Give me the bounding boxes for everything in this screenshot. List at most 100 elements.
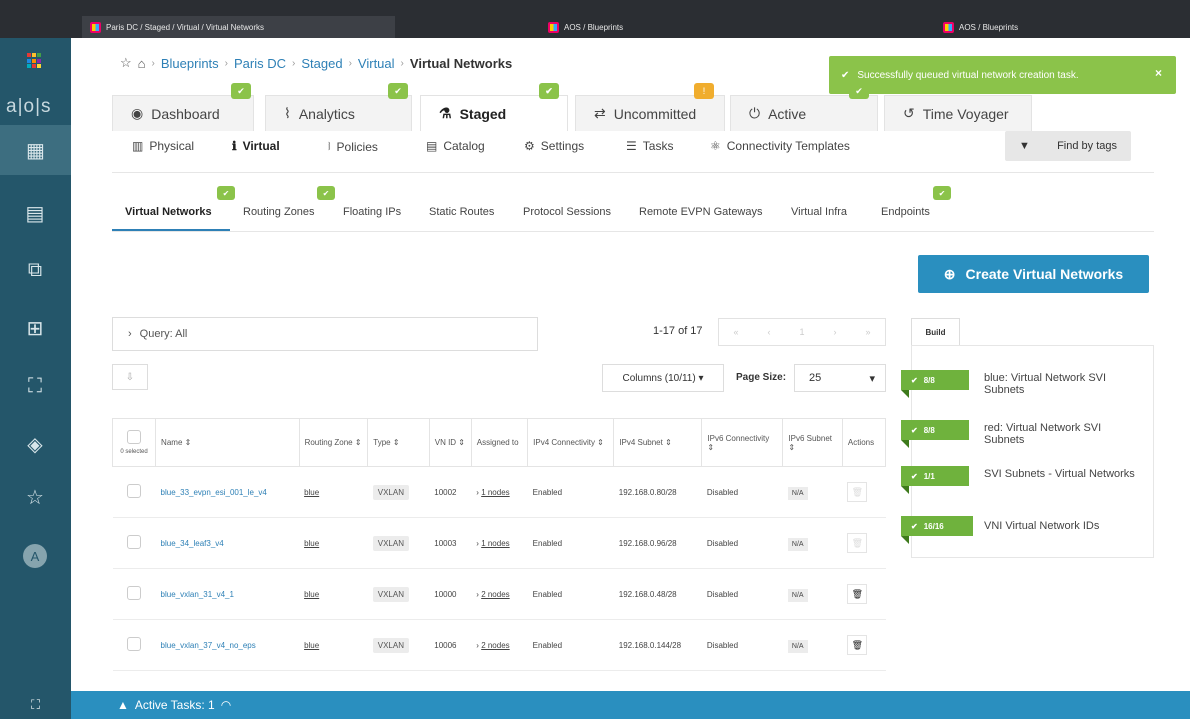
column-header-ipv4-connectivity[interactable]: IPv4 Connectivity ⇕ [527,418,615,467]
tab-staged[interactable]: ⚗ Staged ✔ [420,83,568,131]
platform-icon[interactable]: ◈ [22,431,48,457]
export-icon[interactable]: ⇩ [112,364,148,390]
column-header-routing-zone[interactable]: Routing Zone ⇕ [298,418,369,467]
row-select-cell[interactable] [112,568,156,620]
blueprints-icon[interactable]: ▦ [0,125,71,175]
select-all-header[interactable]: 0 selected [111,418,157,467]
routing-zone-link[interactable]: blue [304,590,319,599]
breadcrumb-blueprints[interactable]: Blueprints [161,56,219,71]
table-row[interactable]: blue_vxlan_37_v4_no_eps blue VXLAN 10006… [112,619,886,671]
favorite-star-icon[interactable]: ☆ [120,55,132,71]
expand-caret-icon[interactable]: › [476,539,479,548]
vtab-endpoints[interactable]: Endpoints [881,206,930,218]
tab-time-voyager[interactable]: ↺ Time Voyager [884,95,1032,131]
tab-uncommitted[interactable]: ⇄ Uncommitted ! [575,83,725,131]
trash-icon[interactable]: 🗑 [847,533,868,553]
vn-name-link[interactable]: blue_vxlan_31_v4_1 [155,568,300,620]
vn-name-link[interactable]: blue_33_evpn_esi_001_le_v4 [155,466,300,518]
column-header-ipv6-subnet[interactable]: IPv6 Subnet ⇕ [782,418,843,467]
expand-caret-icon[interactable]: › [476,641,479,650]
row-checkbox[interactable] [127,484,142,498]
vtab-virtual-infra[interactable]: Virtual Infra [791,206,847,218]
vtab-virtual-networks[interactable]: Virtual Networks [125,206,212,218]
expand-caret-icon[interactable]: › [476,488,479,497]
assigned-nodes-link[interactable]: 2 nodes [481,590,509,599]
column-header-ipv4-subnet[interactable]: IPv4 Subnet ⇕ [613,418,703,467]
vn-name-link[interactable]: blue_34_leaf3_v4 [155,517,300,569]
row-checkbox[interactable] [127,637,142,651]
find-by-tags-button[interactable]: ▼ Find by tags [1005,131,1131,161]
page-number[interactable]: 1 [799,327,804,337]
build-item[interactable]: ✔ 8/8 red: Virtual Network SVI Subnets [901,420,1152,460]
create-virtual-networks-button[interactable]: ⊕ Create Virtual Networks [918,255,1149,293]
subnav-virtual[interactable]: ℹ Virtual [232,139,280,153]
page-size-select[interactable]: 25 ▾ [794,364,886,392]
trash-icon[interactable]: 🗑 [847,482,868,502]
row-checkbox[interactable] [127,586,142,600]
design-icon[interactable]: ⧉ [22,257,48,283]
next-page-button[interactable]: › [833,327,836,337]
table-row[interactable]: blue_vxlan_31_v4_1 blue VXLAN 10000 › 2 … [112,568,886,620]
routing-zone-link[interactable]: blue [304,539,319,548]
column-header-assigned-to[interactable]: Assigned to [470,418,529,467]
last-page-button[interactable]: » [865,327,870,337]
vtab-protocol-sessions[interactable]: Protocol Sessions [523,206,611,218]
vtab-routing-zones[interactable]: Routing Zones [243,206,315,218]
subnav-policies[interactable]: ⧘ Policies [328,139,378,154]
home-icon[interactable]: ⌂ [138,56,146,71]
assigned-to-cell[interactable]: › 1 nodes [471,517,528,569]
vtab-remote-evpn-gateways[interactable]: Remote EVPN Gateways [639,206,763,218]
column-header-name[interactable]: Name ⇕ [155,418,300,467]
subnav-connectivity-templates[interactable]: ⚛ Connectivity Templates [710,139,850,153]
breadcrumb-staged[interactable]: Staged [301,56,342,71]
column-header-ipv6-connectivity[interactable]: IPv6 Connectivity ⇕ [701,418,784,467]
toast-close-icon[interactable]: × [1155,66,1162,80]
tab-active[interactable]: ⏻ Active ✔ [730,83,878,131]
build-item[interactable]: ✔ 8/8 blue: Virtual Network SVI Subnets [901,370,1152,410]
build-item[interactable]: ✔ 1/1 SVI Subnets - Virtual Networks [901,466,1152,506]
column-header-vnid[interactable]: VN ID ⇕ [428,418,472,467]
tab-analytics[interactable]: ⌇ Analytics ✔ [265,83,412,131]
query-filter[interactable]: › Query: All [112,317,538,351]
browser-tab-aos-1[interactable]: AOS / Blueprints [548,16,623,38]
devices-icon[interactable]: ▤ [22,200,48,226]
vn-name-link[interactable]: blue_vxlan_37_v4_no_eps [155,619,300,671]
breadcrumb-virtual[interactable]: Virtual [358,56,395,71]
build-tab[interactable]: Build [911,318,960,345]
assigned-to-cell[interactable]: › 2 nodes [471,619,528,671]
row-select-cell[interactable] [112,517,156,569]
expand-icon[interactable]: ⛶ [0,691,71,719]
expand-caret-icon[interactable]: › [476,590,479,599]
user-avatar[interactable]: A [23,544,47,568]
columns-dropdown[interactable]: Columns (10/11) ▾ [602,364,724,392]
assigned-nodes-link[interactable]: 1 nodes [481,539,509,548]
browser-tab-paris-dc[interactable]: Paris DC / Staged / Virtual / Virtual Ne… [82,16,395,38]
routing-zone-link[interactable]: blue [304,488,319,497]
row-checkbox[interactable] [127,535,142,549]
tab-dashboard[interactable]: ◉ Dashboard ✔ [112,83,254,131]
subnav-settings[interactable]: ⚙ Settings [524,139,584,153]
column-header-type[interactable]: Type ⇕ [367,418,430,467]
favorites-icon[interactable]: ☆ [22,484,48,510]
external-systems-icon[interactable]: ⛶ [22,373,48,399]
table-row[interactable]: blue_33_evpn_esi_001_le_v4 blue VXLAN 10… [112,466,886,518]
assigned-to-cell[interactable]: › 2 nodes [471,568,528,620]
trash-icon[interactable]: 🗑 [847,584,868,604]
assigned-nodes-link[interactable]: 1 nodes [481,488,509,497]
trash-icon[interactable]: 🗑 [847,635,868,655]
table-row[interactable]: blue_34_leaf3_v4 blue VXLAN 10003 › 1 no… [112,517,886,569]
subnav-catalog[interactable]: ▤ Catalog [426,139,485,153]
vtab-floating-ips[interactable]: Floating IPs [343,206,401,218]
vtab-static-routes[interactable]: Static Routes [429,206,494,218]
assigned-nodes-link[interactable]: 2 nodes [481,641,509,650]
prev-page-button[interactable]: ‹ [767,327,770,337]
row-select-cell[interactable] [112,619,156,671]
browser-tab-aos-2[interactable]: AOS / Blueprints [943,16,1018,38]
row-select-cell[interactable] [112,466,156,518]
active-tasks-bar[interactable]: ▲ Active Tasks: 1 ◠ [71,691,1190,719]
subnav-tasks[interactable]: ☰ Tasks [626,139,673,153]
routing-zone-link[interactable]: blue [304,641,319,650]
build-item[interactable]: ✔ 16/16 VNI Virtual Network IDs [901,516,1152,556]
first-page-button[interactable]: « [733,327,738,337]
assigned-to-cell[interactable]: › 1 nodes [471,466,528,518]
